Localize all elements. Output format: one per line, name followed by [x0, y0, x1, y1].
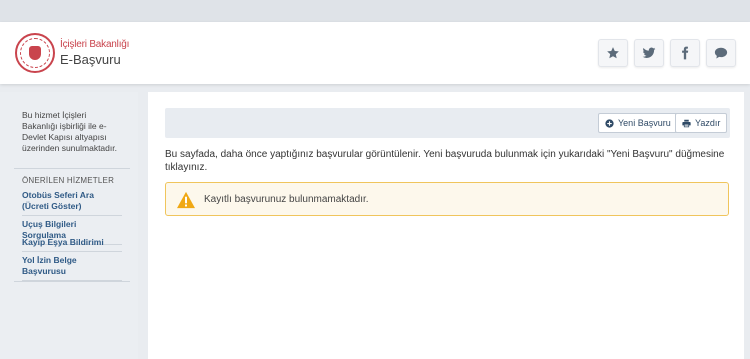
print-label: Yazdır [695, 118, 721, 128]
top-strip [0, 0, 750, 22]
alert-message: Kayıtlı başvurunuz bulunmamaktadır. [204, 194, 369, 205]
sidebar-divider [14, 281, 130, 282]
warning-alert: Kayıtlı başvurunuz bulunmamaktadır. [165, 182, 729, 216]
sidebar-divider [14, 168, 130, 169]
page-header: İçişleri Bakanlığı E-Başvuru [0, 22, 750, 84]
twitter-icon [642, 47, 656, 58]
social-buttons [598, 39, 736, 67]
sidebar-link-lost-item[interactable]: Kayıp Eşya Bildirimi [22, 237, 122, 252]
sidebar-link-travel-permit[interactable]: Yol İzin Belge Başvurusu [22, 255, 122, 281]
plus-circle-icon [605, 118, 614, 128]
sidebar-intro: Bu hizmet İçişleri Bakanlığı işbirliği i… [22, 110, 117, 153]
comment-button[interactable] [706, 39, 736, 67]
app-title[interactable]: E-Başvuru [60, 52, 121, 67]
new-application-button[interactable]: Yeni Başvuru [598, 113, 678, 133]
facebook-icon [682, 46, 689, 60]
sidebar: Bu hizmet İçişleri Bakanlığı işbirliği i… [0, 92, 138, 359]
star-icon [607, 47, 619, 59]
facebook-share-button[interactable] [670, 39, 700, 67]
org-name[interactable]: İçişleri Bakanlığı [60, 39, 129, 50]
ministry-seal-logo[interactable] [15, 33, 55, 73]
toolbar: Yeni Başvuru Yazdır [165, 108, 730, 138]
sidebar-heading: ÖNERİLEN HİZMETLER [22, 176, 115, 185]
new-application-label: Yeni Başvuru [618, 118, 671, 128]
info-text: Bu sayfada, daha önce yaptığınız başvuru… [165, 149, 725, 173]
favorite-button[interactable] [598, 39, 628, 67]
comment-icon [714, 47, 728, 59]
printer-icon [682, 119, 691, 127]
warning-icon [177, 191, 195, 209]
twitter-share-button[interactable] [634, 39, 664, 67]
sidebar-link-bus-search[interactable]: Otobüs Seferi Ara (Ücreti Göster) [22, 190, 122, 216]
print-button[interactable]: Yazdır [675, 113, 728, 133]
main-content: Yeni Başvuru Yazdır Bu sayfada, daha önc… [148, 92, 744, 359]
